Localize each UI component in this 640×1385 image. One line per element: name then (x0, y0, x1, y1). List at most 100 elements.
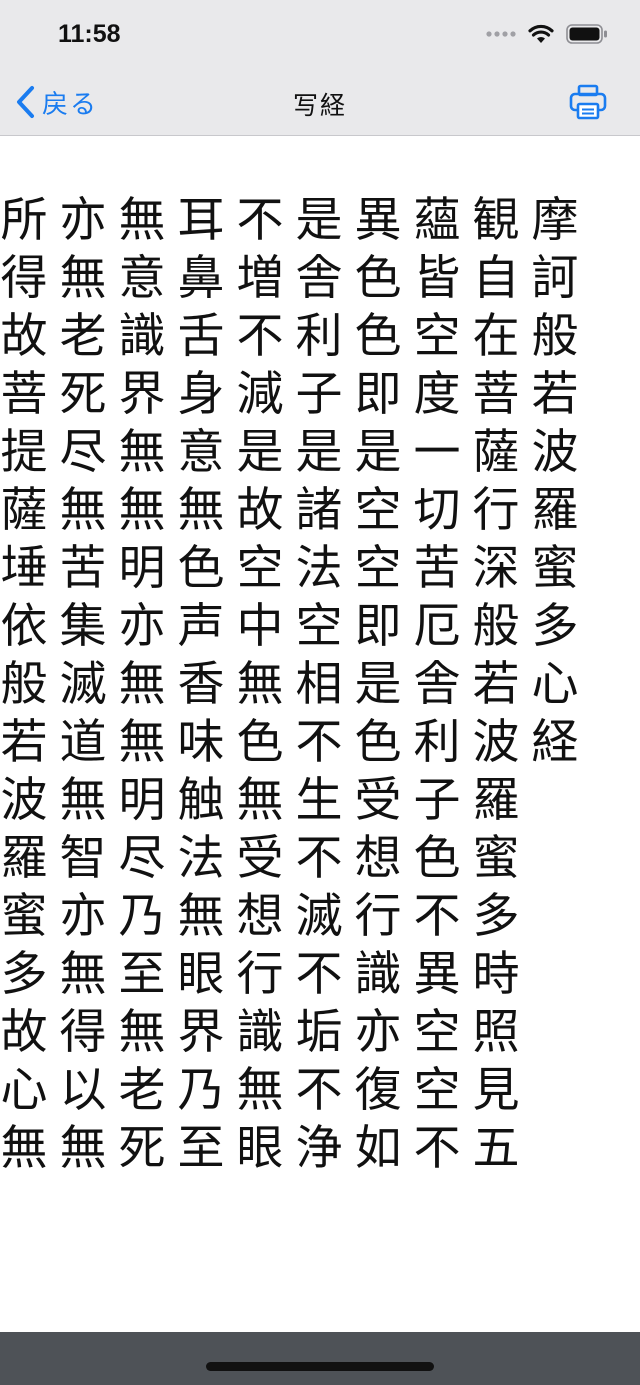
sutra-character: 法 (177, 831, 225, 886)
sutra-column: 耳鼻舌身意無色声香味触法無眼界乃至 (171, 192, 231, 1178)
sutra-character: 故 (236, 483, 284, 538)
print-button[interactable] (568, 82, 608, 122)
sutra-character: 身 (177, 367, 225, 422)
sutra-character: 若 (531, 367, 579, 422)
sutra-character: 得 (59, 1005, 107, 1060)
sutra-character: 行 (354, 889, 402, 944)
sutra-column: 不増不減是故空中無色無受想行識無眼 (230, 192, 290, 1178)
sutra-character: 不 (295, 831, 343, 886)
sutra-character: 無 (118, 657, 166, 712)
sutra-character: 行 (472, 483, 520, 538)
sutra-character: 羅 (531, 483, 579, 538)
sutra-character: 即 (354, 367, 402, 422)
sutra-character: 滅 (295, 889, 343, 944)
sutra-character: 心 (0, 1063, 48, 1118)
sutra-character: 無 (177, 889, 225, 944)
sutra-character: 空 (295, 599, 343, 654)
sutra-character: 般 (0, 657, 48, 712)
sutra-character: 色 (354, 715, 402, 770)
sutra-character: 色 (354, 251, 402, 306)
sutra-character: 一 (413, 425, 461, 480)
sutra-character: 薩 (472, 425, 520, 480)
sutra-character: 色 (177, 541, 225, 596)
navigation-bar: 戻る 写経 (0, 68, 640, 136)
sutra-character: 想 (236, 889, 284, 944)
sutra-character: 蜜 (531, 541, 579, 596)
sutra-column: 摩訶般若波羅蜜多心経 (525, 192, 585, 772)
sutra-character: 界 (118, 367, 166, 422)
sutra-character: 声 (177, 599, 225, 654)
sutra-character: 苦 (413, 541, 461, 596)
status-icons (486, 24, 608, 44)
signal-dots-icon (486, 31, 516, 37)
sutra-column: 異色色即是空空即是色受想行識亦復如 (348, 192, 408, 1178)
sutra-character: 如 (354, 1121, 402, 1176)
sutra-character: 相 (295, 657, 343, 712)
sutra-character: 集 (59, 599, 107, 654)
sutra-character: 不 (236, 309, 284, 364)
sutra-character: 無 (59, 947, 107, 1002)
sutra-character: 羅 (0, 831, 48, 886)
sutra-character: 是 (236, 425, 284, 480)
sutra-character: 無 (118, 483, 166, 538)
sutra-character: 皆 (413, 251, 461, 306)
sutra-character: 不 (295, 1063, 343, 1118)
sutra-character: 苦 (59, 541, 107, 596)
sutra-character: 利 (295, 309, 343, 364)
sutra-character: 子 (413, 773, 461, 828)
sutra-character: 道 (59, 715, 107, 770)
sutra-character: 想 (354, 831, 402, 886)
sutra-character: 照 (472, 1005, 520, 1060)
sutra-character: 無 (118, 193, 166, 248)
sutra-character: 是 (354, 425, 402, 480)
sutra-character: 老 (59, 309, 107, 364)
sutra-character: 切 (413, 483, 461, 538)
sutra-character: 多 (0, 947, 48, 1002)
sutra-character: 行 (236, 947, 284, 1002)
sutra-character: 亦 (118, 599, 166, 654)
sutra-character: 尽 (118, 831, 166, 886)
sutra-character: 波 (472, 715, 520, 770)
sutra-character: 至 (118, 947, 166, 1002)
sutra-character: 子 (295, 367, 343, 422)
sutra-character: 復 (354, 1063, 402, 1118)
sutra-column: 是舎利子是諸法空相不生不滅不垢不浄 (289, 192, 349, 1178)
sutra-character: 不 (295, 947, 343, 1002)
sutra-character: 是 (295, 193, 343, 248)
sutra-character: 滅 (59, 657, 107, 712)
sutra-character: 菩 (472, 367, 520, 422)
sutra-character: 不 (413, 1121, 461, 1176)
home-indicator[interactable] (206, 1362, 434, 1371)
sutra-character: 垢 (295, 1005, 343, 1060)
sutra-character: 香 (177, 657, 225, 712)
sutra-character: 若 (472, 657, 520, 712)
sutra-character: 無 (236, 657, 284, 712)
sutra-character: 波 (0, 773, 48, 828)
sutra-character: 色 (354, 309, 402, 364)
print-icon (569, 84, 607, 120)
sutra-character: 老 (118, 1063, 166, 1118)
sutra-character: 厄 (413, 599, 461, 654)
sutra-character: 故 (0, 1005, 48, 1060)
sutra-character: 死 (59, 367, 107, 422)
sutra-character: 色 (413, 831, 461, 886)
sutra-character: 触 (177, 773, 225, 828)
sutra-character: 中 (236, 599, 284, 654)
sutra-character: 経 (531, 715, 579, 770)
sutra-character: 鼻 (177, 251, 225, 306)
wifi-icon (528, 24, 554, 43)
sutra-character: 自 (472, 251, 520, 306)
sutra-character: 般 (472, 599, 520, 654)
sutra-character: 提 (0, 425, 48, 480)
sutra-character: 若 (0, 715, 48, 770)
sutra-character: 諸 (295, 483, 343, 538)
sutra-character: 眼 (236, 1121, 284, 1176)
sutra-character: 観 (472, 193, 520, 248)
sutra-character: 依 (0, 599, 48, 654)
sutra-character: 至 (177, 1121, 225, 1176)
sutra-character: 即 (354, 599, 402, 654)
sutra-character: 減 (236, 367, 284, 422)
sutra-column: 亦無老死尽無苦集滅道無智亦無得以無 (53, 192, 113, 1178)
sutra-character: 是 (295, 425, 343, 480)
sutra-character: 無 (118, 425, 166, 480)
